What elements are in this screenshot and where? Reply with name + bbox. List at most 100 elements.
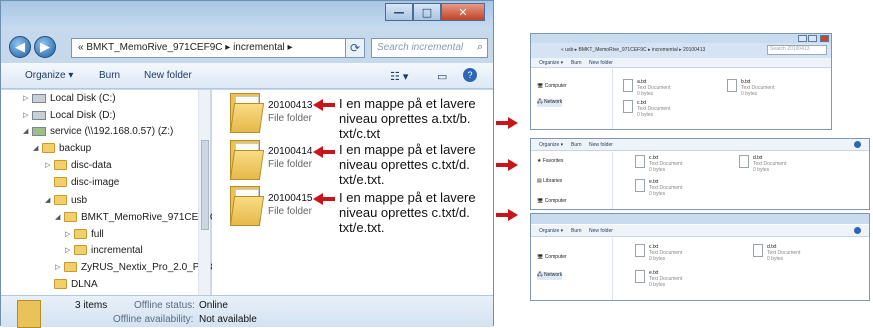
- text-file-icon[interactable]: [623, 79, 633, 92]
- back-button[interactable]: ◀: [9, 36, 31, 58]
- folder-icon: [74, 229, 87, 239]
- folder-name[interactable]: 20100415: [268, 193, 313, 204]
- arrow-right-icon: [496, 117, 518, 129]
- collapse-icon[interactable]: ◢: [45, 196, 54, 204]
- close-button[interactable]: ✕: [441, 3, 485, 21]
- tree-item-service[interactable]: ◢ service (\\192.168.0.57) (Z:): [23, 123, 173, 139]
- scrollbar-thumb[interactable]: [201, 140, 209, 230]
- file-entry[interactable]: b.txt Text Document 0 bytes: [741, 79, 774, 97]
- text-file-icon[interactable]: [635, 270, 645, 283]
- preview-pane-icon[interactable]: ▭: [437, 70, 447, 83]
- expand-icon[interactable]: ▷: [65, 246, 74, 254]
- file-entry[interactable]: c.txt Text Document 0 bytes: [649, 244, 682, 262]
- folder-icon[interactable]: [229, 186, 265, 226]
- folder-icon: [74, 245, 87, 255]
- forward-button[interactable]: ▶: [34, 36, 56, 58]
- help-icon[interactable]: ?: [463, 68, 477, 82]
- navigation-pane: 🖥 Computer 🖧 Network: [531, 238, 613, 300]
- burn-button[interactable]: Burn: [571, 228, 582, 234]
- maximize-button[interactable]: □: [413, 3, 441, 21]
- tree-item-disc-image[interactable]: disc-image: [45, 174, 119, 190]
- view-options-icon[interactable]: ☷ ▾: [390, 70, 408, 83]
- nav-item-libraries[interactable]: ▤ Libraries: [537, 178, 562, 184]
- search-input[interactable]: Search 20100413: [767, 45, 827, 55]
- file-entry[interactable]: a.txt Text Document 0 bytes: [637, 79, 670, 97]
- tree-item-incremental[interactable]: ▷ incremental: [65, 242, 143, 258]
- text-file-icon[interactable]: [753, 244, 763, 257]
- tree-item-full[interactable]: ▷ full: [65, 226, 104, 242]
- details-pane: 3 items Offline status: Online Offline a…: [1, 295, 493, 328]
- search-input[interactable]: Search incremental ⌕: [371, 38, 488, 58]
- tree-item-local-disk-d[interactable]: ▷ Local Disk (D:): [23, 107, 116, 123]
- file-entry[interactable]: c.txt Text Document 0 bytes: [637, 100, 670, 118]
- text-file-icon[interactable]: [739, 155, 749, 168]
- folder-icon[interactable]: [229, 140, 265, 180]
- text-file-icon[interactable]: [635, 244, 645, 257]
- new-folder-button[interactable]: New folder: [144, 70, 192, 81]
- text-file-icon[interactable]: [635, 155, 645, 168]
- annotation-text: I en mappe på et lavere niveau oprettes …: [339, 96, 476, 141]
- offline-status-value: Online: [199, 300, 228, 311]
- refresh-icon[interactable]: ⟳: [345, 38, 365, 58]
- expand-icon[interactable]: ▷: [55, 263, 64, 271]
- expand-icon[interactable]: ▷: [45, 161, 54, 169]
- title-bar: [531, 214, 869, 224]
- collapse-icon[interactable]: ◢: [33, 144, 42, 152]
- nav-item-favorites[interactable]: ★ Favorites: [537, 158, 563, 164]
- collapse-icon[interactable]: ◢: [55, 213, 64, 221]
- file-entry[interactable]: d.txt Text Document 0 bytes: [753, 155, 786, 173]
- file-entry[interactable]: d.txt Text Document 0 bytes: [767, 244, 800, 262]
- expand-icon[interactable]: ▷: [23, 94, 32, 102]
- drive-icon: [32, 110, 46, 120]
- burn-button[interactable]: Burn: [571, 60, 582, 66]
- folder-name[interactable]: 20100413: [268, 100, 313, 111]
- text-file-icon[interactable]: [635, 179, 645, 192]
- nav-item-computer[interactable]: 🖥 Computer: [537, 198, 567, 204]
- folder-icon: [17, 300, 41, 328]
- new-folder-button[interactable]: New folder: [589, 228, 613, 234]
- explorer-window: — □ ✕ ◀ ▶ « BMKT_MemoRive_971CEF9C ▸ inc…: [0, 0, 494, 328]
- burn-button[interactable]: Burn: [99, 70, 120, 81]
- burn-button[interactable]: Burn: [571, 142, 582, 148]
- organize-button[interactable]: Organize ▾: [539, 142, 563, 148]
- tree-item-usb[interactable]: ◢ usb: [45, 192, 87, 208]
- help-icon[interactable]: [854, 227, 861, 234]
- expand-icon[interactable]: ▷: [23, 111, 32, 119]
- nav-item-network[interactable]: 🖧 Network: [537, 99, 563, 107]
- organize-button[interactable]: Organize ▾: [539, 60, 563, 66]
- close-button[interactable]: [820, 35, 829, 42]
- organize-button[interactable]: Organize ▾: [539, 228, 563, 234]
- organize-button[interactable]: Organize ▾: [25, 70, 73, 81]
- tree-item-disc-data[interactable]: ▷ disc-data: [45, 157, 112, 173]
- new-folder-button[interactable]: New folder: [589, 142, 613, 148]
- tree-item-bmkt[interactable]: ◢ BMKT_MemoRive_971CEF9C: [55, 209, 217, 225]
- minimize-button[interactable]: —: [385, 3, 413, 21]
- file-entry[interactable]: e.txt Text Document 0 bytes: [649, 179, 682, 197]
- tree-item-dlna[interactable]: DLNA: [45, 276, 98, 292]
- folder-name[interactable]: 20100414: [268, 146, 313, 157]
- text-file-icon[interactable]: [727, 79, 737, 92]
- maximize-button[interactable]: [808, 35, 817, 42]
- collapse-icon[interactable]: ◢: [23, 127, 32, 135]
- nav-scrollbar[interactable]: [198, 90, 210, 295]
- nav-item-computer[interactable]: 🖥 Computer: [537, 83, 567, 89]
- folder-icon[interactable]: [229, 93, 265, 133]
- arrow-left-icon: [313, 193, 335, 205]
- text-file-icon[interactable]: [623, 100, 633, 113]
- breadcrumb[interactable]: « usb ▸ BMKT_MemoRive_971CEF9C ▸ increme…: [561, 47, 705, 53]
- search-placeholder: Search incremental: [377, 42, 464, 53]
- tree-item-local-disk-c[interactable]: ▷ Local Disk (C:): [23, 90, 116, 106]
- file-entry[interactable]: c.txt Text Document 0 bytes: [649, 155, 682, 173]
- expand-icon[interactable]: ▷: [65, 230, 74, 238]
- minimize-button[interactable]: [798, 35, 807, 42]
- nav-item-network[interactable]: 🖧 Network: [537, 272, 563, 280]
- search-icon[interactable]: ⌕: [477, 41, 483, 54]
- folder-icon: [64, 212, 77, 222]
- new-folder-button[interactable]: New folder: [589, 60, 613, 66]
- address-bar[interactable]: « BMKT_MemoRive_971CEF9C ▸ incremental ▸: [71, 38, 361, 58]
- nav-item-computer[interactable]: 🖥 Computer: [537, 254, 567, 260]
- file-entry[interactable]: e.txt Text Document 0 bytes: [649, 270, 682, 288]
- tree-item-backup[interactable]: ◢ backup: [33, 140, 91, 156]
- help-icon[interactable]: [854, 141, 861, 148]
- arrow-left-icon: [313, 99, 335, 111]
